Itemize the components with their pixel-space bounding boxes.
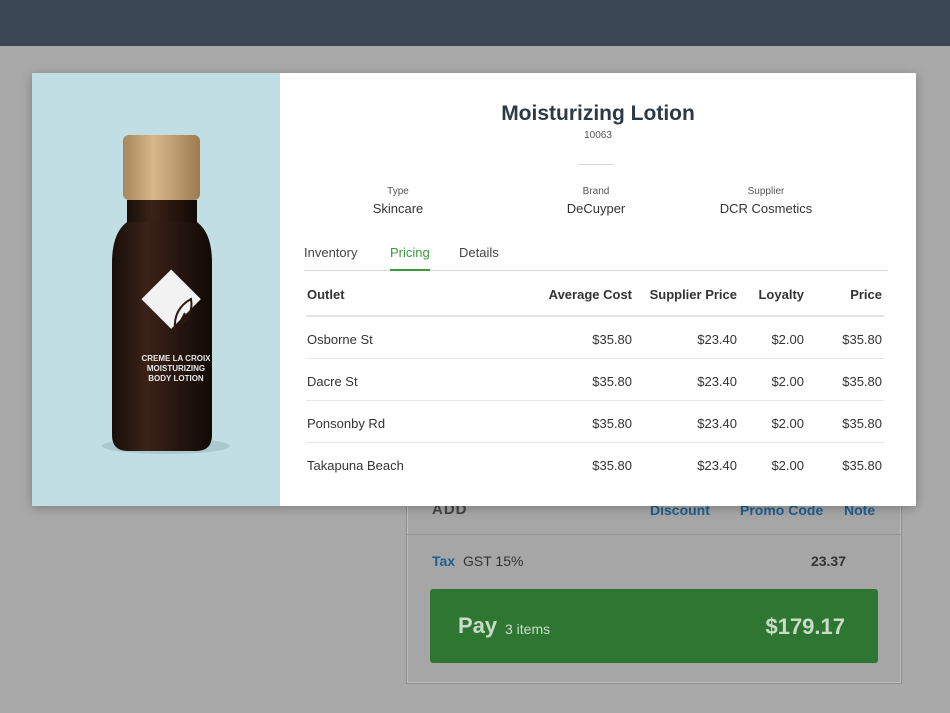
attribute-supplier: Supplier DCR Cosmetics xyxy=(686,186,846,216)
top-bar xyxy=(0,0,950,46)
tab-inventory[interactable]: Inventory xyxy=(304,245,357,271)
cell-loyalty: $2.00 xyxy=(771,458,804,473)
pricing-table: Outlet Average Cost Supplier Price Loyal… xyxy=(306,273,884,485)
header-loyalty: Loyalty xyxy=(758,287,804,302)
product-modal: CREME LA CROIX MOISTURIZING BODY LOTION … xyxy=(32,73,916,506)
cell-supplier-price: $23.40 xyxy=(697,374,737,389)
attribute-label: Supplier xyxy=(747,186,785,197)
tab-pricing[interactable]: Pricing xyxy=(390,245,430,271)
attribute-value: Skincare xyxy=(372,201,424,216)
cell-average-cost: $35.80 xyxy=(592,458,632,473)
attribute-brand: Brand DeCuyper xyxy=(516,186,676,216)
cell-supplier-price: $23.40 xyxy=(697,332,737,347)
table-row: Ponsonby Rd $35.80 $23.40 $2.00 $35.80 xyxy=(306,401,884,443)
header-supplier-price: Supplier Price xyxy=(649,287,737,302)
cell-outlet: Osborne St xyxy=(307,332,373,347)
attribute-label: Brand xyxy=(582,186,610,197)
pay-label: Pay xyxy=(458,613,498,638)
product-title: Moisturizing Lotion xyxy=(501,102,695,125)
cell-price: $35.80 xyxy=(842,458,882,473)
cell-average-cost: $35.80 xyxy=(592,332,632,347)
attribute-value: DCR Cosmetics xyxy=(719,201,813,216)
cell-price: $35.80 xyxy=(842,374,882,389)
lotion-bottle-icon xyxy=(102,135,230,454)
cell-price: $35.80 xyxy=(842,416,882,431)
cell-supplier-price: $23.40 xyxy=(697,458,737,473)
divider xyxy=(578,164,614,165)
header-outlet: Outlet xyxy=(307,287,345,302)
attribute-value: DeCuyper xyxy=(566,201,626,216)
tax-link[interactable]: Tax xyxy=(432,553,455,569)
pay-total: $179.17 xyxy=(765,614,845,639)
cell-loyalty: $2.00 xyxy=(771,416,804,431)
tab-details[interactable]: Details xyxy=(459,245,499,271)
cell-supplier-price: $23.40 xyxy=(697,416,737,431)
cell-price: $35.80 xyxy=(842,332,882,347)
product-image-label: CREME LA CROIX MOISTURIZING BODY LOTION xyxy=(141,354,211,383)
tax-amount: 23.37 xyxy=(810,553,846,569)
attribute-label: Type xyxy=(387,186,409,197)
attribute-type: Type Skincare xyxy=(318,186,478,216)
product-sku: 10063 xyxy=(584,130,612,141)
product-details: Moisturizing Lotion 10063 Type Skincare … xyxy=(280,73,916,506)
cell-average-cost: $35.80 xyxy=(592,416,632,431)
table-row: Osborne St $35.80 $23.40 $2.00 $35.80 xyxy=(306,317,884,359)
cell-outlet: Dacre St xyxy=(307,374,358,389)
tax-name: GST 15% xyxy=(463,553,524,569)
table-row: Dacre St $35.80 $23.40 $2.00 $35.80 xyxy=(306,359,884,401)
table-row: Takapuna Beach $35.80 $23.40 $2.00 $35.8… xyxy=(306,443,884,485)
header-average-cost: Average Cost xyxy=(548,287,632,302)
cell-loyalty: $2.00 xyxy=(771,332,804,347)
tab-bar: Inventory Pricing Details xyxy=(304,243,888,271)
cell-outlet: Takapuna Beach xyxy=(307,458,404,473)
cell-average-cost: $35.80 xyxy=(592,374,632,389)
table-header: Outlet Average Cost Supplier Price Loyal… xyxy=(306,273,884,317)
product-image: CREME LA CROIX MOISTURIZING BODY LOTION xyxy=(32,73,280,506)
cell-outlet: Ponsonby Rd xyxy=(307,416,386,431)
cell-loyalty: $2.00 xyxy=(771,374,804,389)
tax-row: Tax GST 15% 23.37 xyxy=(407,535,901,587)
pay-button[interactable]: Pay 3 items $179.17 xyxy=(430,589,878,663)
header-price: Price xyxy=(850,287,882,302)
pay-items-count: 3 items xyxy=(505,621,551,637)
